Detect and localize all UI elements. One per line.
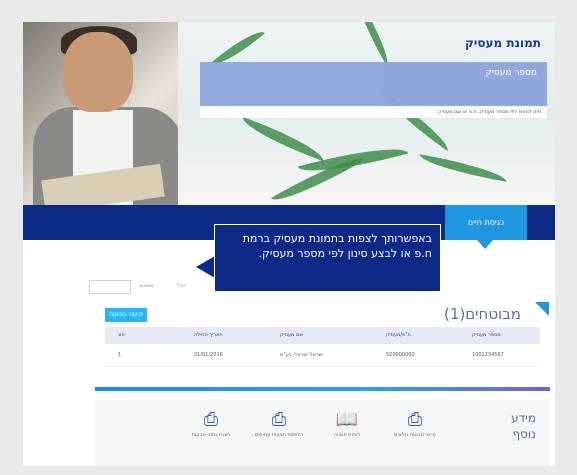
action-print-summary[interactable]: ⎙ הדפסת תמצית עמיתים	[249, 410, 309, 439]
search-input[interactable]: מספר מעסיק	[486, 68, 538, 78]
column-header: מספר מעסיק	[472, 332, 501, 338]
table-cell: 01/01/2016	[194, 352, 223, 358]
section-title: מבוטחים(1)	[443, 305, 521, 323]
section-corner-mark	[535, 302, 549, 316]
actions-title: מידע נוסף	[511, 411, 536, 441]
filter-label[interactable]: סטטוס	[139, 283, 153, 289]
link-insured-button[interactable]: קישור מבוטח	[105, 308, 147, 322]
filter-value[interactable]: הכל	[177, 283, 186, 289]
action-show-data[interactable]: ⎙ הצגת נתוני מבוטח	[181, 410, 241, 439]
document-icon: 📖	[335, 409, 359, 430]
tab-active[interactable]: כניסת חיים	[445, 205, 527, 240]
help-tooltip: באפשרותך לצפות בתמונת מעסיק ברמת ח.פ או …	[214, 224, 441, 292]
table-cell: 1	[118, 352, 122, 358]
action-pension-reports[interactable]: 📖 דוחות פנסיה	[317, 410, 377, 439]
employer-search-card[interactable]: מספר מעסיק	[200, 62, 547, 106]
printer-icon: ⎙	[271, 409, 287, 430]
printer-icon: ⎙	[407, 409, 423, 430]
tooltip-arrow	[196, 256, 215, 278]
column-header: ח"פ/מעסיק	[386, 332, 411, 338]
table-cell: ישראל ישראלי בע"מ	[280, 352, 324, 358]
hero-banner: תמונת מעסיק מספר מעסיק ניתן לחפש לפי מספ…	[23, 22, 555, 205]
filter-input[interactable]	[89, 280, 131, 294]
table-cell: 520000000	[386, 352, 415, 358]
page-title: תמונת מעסיק	[464, 36, 541, 50]
hero-photo	[23, 22, 183, 205]
printer-icon: ⎙	[203, 409, 219, 430]
table-header: מספר מעסיק ח"פ/מעסיק שם מעסיק תאריך תחיל…	[105, 327, 540, 344]
actions-panel: מידע נוסף ⎙ פרטי מבוטח מלאים 📖 דוחות פנס…	[95, 400, 550, 466]
search-note: ניתן לחפש לפי מספר מעסיק, ח.פ או שם מעסי…	[200, 106, 547, 118]
insured-table: מספר מעסיק ח"פ/מעסיק שם מעסיק תאריך תחיל…	[105, 327, 540, 367]
tab-indicator	[477, 240, 493, 249]
section-divider	[95, 387, 550, 391]
table-cell: 1001234567	[472, 352, 504, 358]
table-row[interactable]: 1001234567 520000000 ישראל ישראלי בע"מ 0…	[105, 344, 540, 367]
column-header: תאריך תחילה	[194, 332, 223, 338]
action-full-details[interactable]: ⎙ פרטי מבוטח מלאים	[385, 410, 445, 439]
column-header: שם מעסיק	[280, 332, 303, 338]
column-header: סוג	[118, 332, 125, 338]
